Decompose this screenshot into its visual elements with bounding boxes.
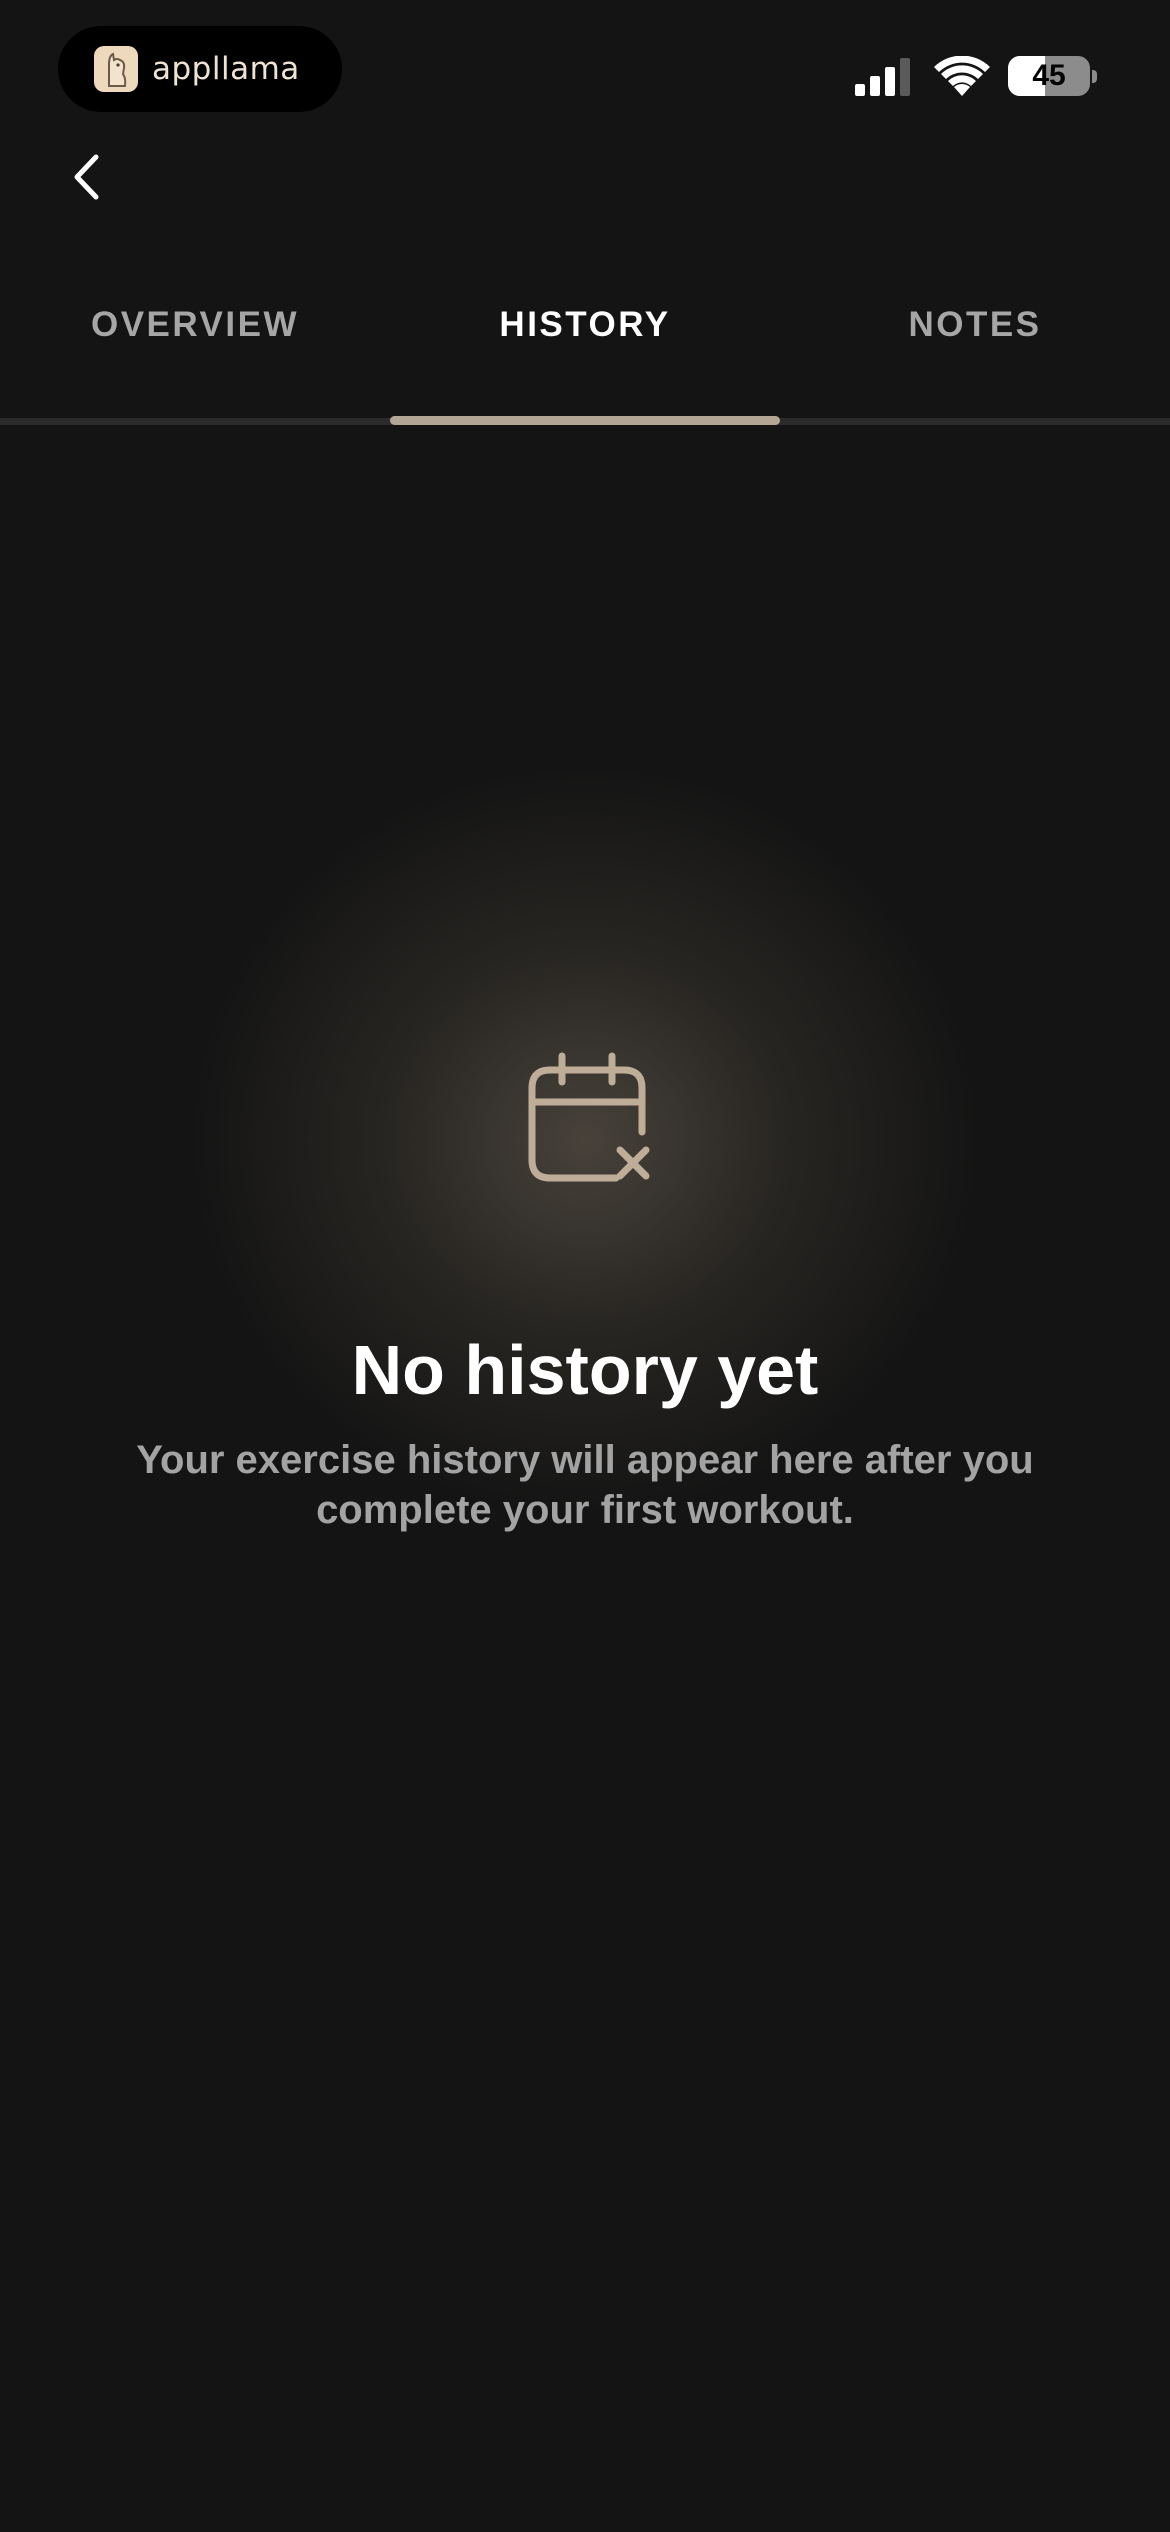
wifi-icon bbox=[934, 56, 990, 96]
battery-percent: 45 bbox=[1032, 59, 1066, 92]
tab-history[interactable]: HISTORY bbox=[390, 280, 780, 370]
tab-overview[interactable]: OVERVIEW bbox=[0, 280, 390, 370]
empty-state-title: No history yet bbox=[351, 1331, 819, 1409]
app-name: appllama bbox=[152, 51, 300, 87]
battery-indicator: 45 bbox=[1008, 56, 1090, 96]
app-indicator-pill[interactable]: appllama bbox=[58, 26, 342, 112]
status-bar: appllama 45 bbox=[0, 0, 1170, 140]
tab-notes[interactable]: NOTES bbox=[780, 280, 1170, 370]
cellular-signal-icon bbox=[855, 58, 910, 96]
battery-tip bbox=[1092, 70, 1097, 83]
calendar-x-icon bbox=[528, 1052, 650, 1182]
chevron-left-icon bbox=[74, 154, 99, 200]
empty-state-message: Your exercise history will appear here a… bbox=[136, 1438, 1034, 1532]
back-button[interactable] bbox=[56, 142, 116, 212]
tab-bar: OVERVIEW HISTORY NOTES bbox=[0, 280, 1170, 370]
active-tab-indicator bbox=[390, 416, 780, 425]
llama-logo-icon bbox=[94, 46, 138, 92]
exercise-history-screen: appllama 45 OVERVIEW HISTORY NOTES No hi… bbox=[0, 0, 1170, 2532]
